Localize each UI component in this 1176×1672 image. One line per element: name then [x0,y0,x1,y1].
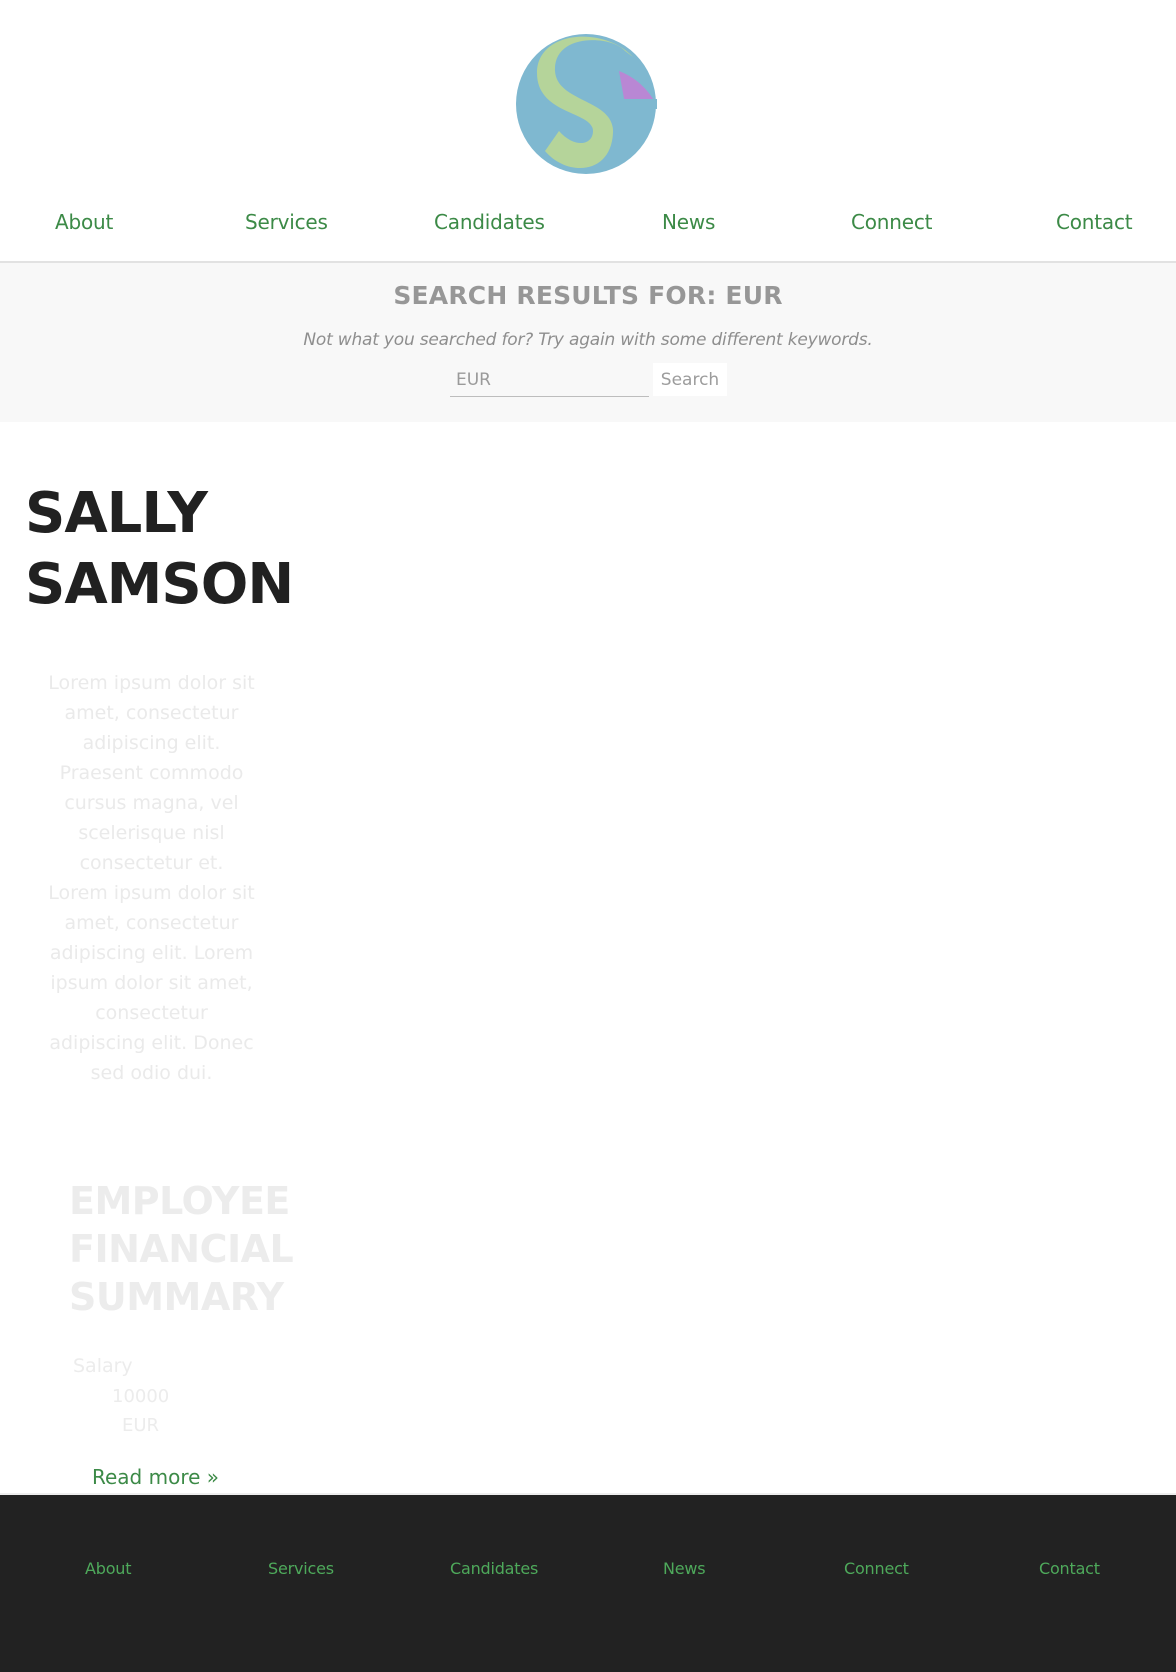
nav-item-contact[interactable]: Contact [1056,210,1133,234]
financial-summary-heading: EMPLOYEE FINANCIAL SUMMARY [69,1177,294,1321]
main-nav: About Services Candidates News Connect C… [0,210,1176,254]
footer-item-services[interactable]: Services [268,1559,334,1578]
nav-item-about[interactable]: About [55,210,113,234]
result-title[interactable]: SALLY SAMSON [25,478,294,620]
result-excerpt: Lorem ipsum dolor sit amet, consectetur … [48,672,255,1084]
nav-item-news[interactable]: News [662,210,715,234]
financial-summary-heading-line-2: FINANCIAL [69,1227,294,1271]
search-hint: Not what you searched for? Try again wit… [303,330,873,350]
salary-value: 10000 [112,1386,170,1407]
sg-logo-icon[interactable] [515,33,657,175]
nav-item-candidates[interactable]: Candidates [434,210,545,234]
footer-item-connect[interactable]: Connect [844,1559,909,1578]
footer [0,1495,1176,1672]
nav-item-services[interactable]: Services [245,210,328,234]
nav-item-connect[interactable]: Connect [851,210,932,234]
search-button[interactable]: Search [653,363,727,396]
read-more-link[interactable]: Read more » [92,1465,219,1489]
search-input[interactable] [450,363,649,397]
salary-currency: EUR [122,1415,160,1436]
financial-summary-heading-line-1: EMPLOYEE [69,1179,290,1223]
footer-item-contact[interactable]: Contact [1039,1559,1100,1578]
footer-item-about[interactable]: About [85,1559,132,1578]
search-results-title: SEARCH RESULTS FOR: EUR [393,281,783,310]
footer-item-news[interactable]: News [663,1559,706,1578]
result-title-line-1: SALLY [25,481,208,546]
footer-item-candidates[interactable]: Candidates [450,1559,538,1578]
salary-label: Salary [73,1355,133,1377]
financial-summary-heading-line-3: SUMMARY [69,1275,284,1319]
result-title-line-2: SAMSON [25,552,294,617]
